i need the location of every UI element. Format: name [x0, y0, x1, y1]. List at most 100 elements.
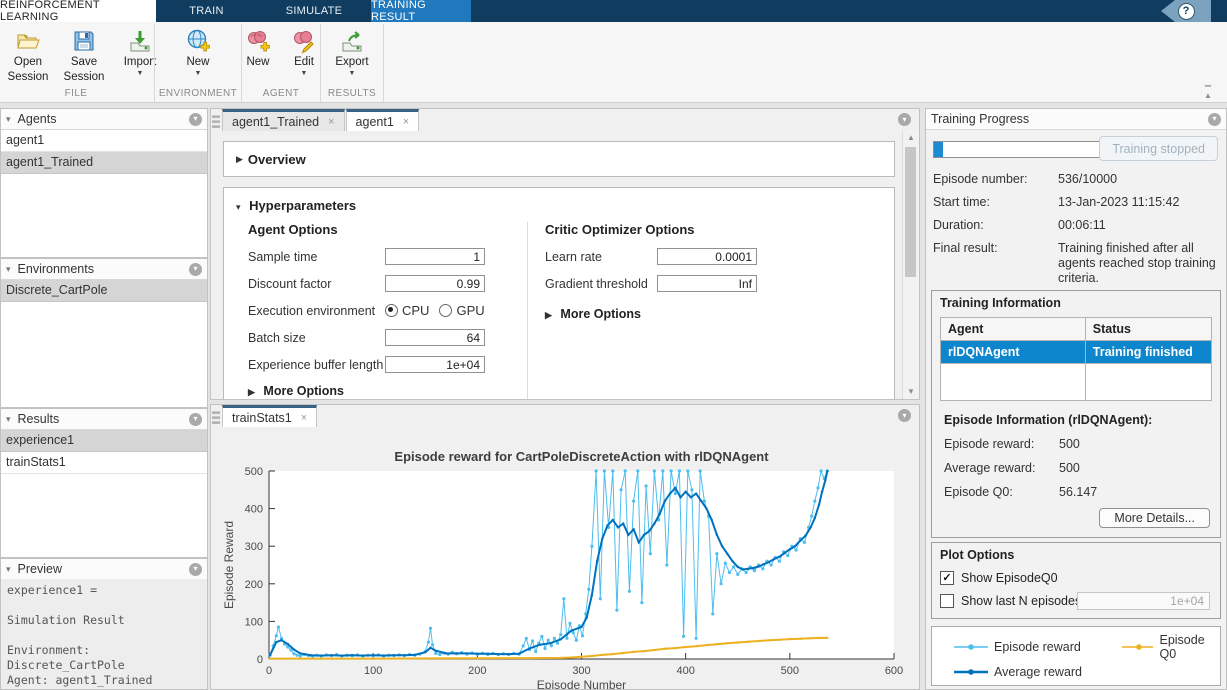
drag-grip-icon[interactable]: ▬▬▬ — [212, 113, 220, 129]
doc-tab-agent1-trained[interactable]: agent1_Trained × — [222, 109, 345, 131]
average-reward-row: Average reward: 500 — [944, 461, 1212, 475]
scroll-down-icon[interactable]: ▼ — [903, 385, 919, 399]
episode-number-value: 536/10000 — [1058, 172, 1223, 186]
results-panel: ▾ Results ▾ experience1 trainStats1 — [0, 408, 208, 558]
panel-collapse-icon[interactable]: ▾ — [189, 263, 202, 276]
last-n-episodes-field[interactable] — [1077, 592, 1210, 610]
gpu-radio[interactable]: GPU — [439, 303, 484, 318]
agents-panel-title: Agents — [18, 112, 189, 126]
close-tab-icon[interactable]: × — [301, 412, 307, 424]
critic-more-options[interactable]: ▶ More Options — [545, 307, 795, 321]
panel-collapse-icon[interactable]: ▾ — [898, 113, 911, 126]
gradient-threshold-label: Gradient threshold — [545, 277, 657, 291]
plot-options-box: Plot Options ✓ Show EpisodeQ0 Show last … — [931, 542, 1221, 619]
episode-q0-row: Episode Q0: 56.147 — [944, 485, 1212, 499]
legend-episode-reward[interactable]: Episode reward — [954, 633, 1122, 661]
list-item-discrete-cartpole[interactable]: Discrete_CartPole — [1, 280, 207, 302]
panel-collapse-icon[interactable]: ▾ — [189, 563, 202, 576]
training-plot: Episode reward for CartPoleDiscreteActio… — [211, 427, 919, 689]
legend-line-icon — [954, 642, 988, 652]
overview-section[interactable]: ▶ Overview — [223, 141, 895, 177]
sample-time-field[interactable] — [385, 248, 485, 265]
svg-text:600: 600 — [885, 665, 903, 677]
dropdown-caret-icon: ▼ — [137, 71, 144, 77]
save-session-button[interactable]: Save Session — [56, 26, 112, 86]
episode-reward-value: 500 — [1059, 437, 1080, 451]
agent1-document: ▶ Overview ▾ Hyperparameters Agent Optio… — [211, 131, 919, 399]
discount-factor-field[interactable] — [385, 275, 485, 292]
drag-grip-icon[interactable]: ▬▬▬ — [212, 409, 220, 425]
svg-text:300: 300 — [245, 541, 263, 553]
svg-text:200: 200 — [245, 579, 263, 591]
gradient-threshold-field[interactable] — [657, 275, 757, 292]
batch-size-field[interactable] — [385, 329, 485, 346]
collapse-triangle-icon[interactable]: ▾ — [6, 564, 11, 575]
column-divider — [527, 222, 528, 399]
export-button[interactable]: Export ▼ — [324, 26, 380, 86]
critic-options-title: Critic Optimizer Options — [545, 222, 795, 237]
list-item-experience1[interactable]: experience1 — [1, 430, 207, 452]
average-reward-value: 500 — [1059, 461, 1080, 475]
scrollbar-thumb[interactable] — [905, 147, 916, 277]
close-tab-icon[interactable]: × — [328, 116, 334, 128]
doc-tab-agent1[interactable]: agent1 × — [346, 109, 420, 131]
scroll-up-icon[interactable]: ▲ — [903, 131, 919, 145]
collapse-ribbon-icon[interactable]: ▔▲ — [1201, 88, 1215, 98]
agent-more-options[interactable]: ▶ More Options — [248, 384, 518, 398]
experience-buffer-length-field[interactable] — [385, 356, 485, 373]
svg-text:300: 300 — [572, 665, 590, 677]
cpu-radio[interactable]: CPU — [385, 303, 429, 318]
new-environment-button[interactable]: New ▼ — [170, 26, 226, 86]
edit-agent-icon — [291, 28, 317, 54]
legend-episode-q0[interactable]: Episode Q0 — [1122, 633, 1220, 661]
new-agent-button[interactable]: New — [235, 26, 281, 86]
collapse-triangle-icon[interactable]: ▾ — [236, 202, 241, 212]
collapse-triangle-icon[interactable]: ▾ — [6, 114, 11, 125]
final-result-value: Training finished after all agents reach… — [1058, 241, 1223, 286]
import-icon — [127, 28, 153, 54]
panel-collapse-icon[interactable]: ▾ — [189, 413, 202, 426]
table-row[interactable]: rlDQNAgent Training finished — [941, 341, 1212, 364]
panel-collapse-icon[interactable]: ▾ — [189, 113, 202, 126]
agent-document-panel: ▬▬▬ agent1_Trained × agent1 × ▾ ▶ Overvi… — [210, 108, 920, 400]
learn-rate-label: Learn rate — [545, 250, 657, 264]
open-session-button[interactable]: Open Session — [0, 26, 56, 86]
episode-reward-row: Episode reward: 500 — [944, 437, 1212, 451]
panel-collapse-icon[interactable]: ▾ — [898, 409, 911, 422]
legend-average-reward[interactable]: Average reward — [954, 665, 1122, 679]
tab-training-result[interactable]: TRAINING RESULT — [371, 0, 471, 22]
list-item-agent1[interactable]: agent1 — [1, 130, 207, 152]
close-tab-icon[interactable]: × — [403, 116, 409, 128]
save-icon — [71, 28, 97, 54]
list-item-trainstats1[interactable]: trainStats1 — [1, 452, 207, 474]
vertical-scrollbar[interactable]: ▲ ▼ — [902, 131, 919, 399]
collapse-triangle-icon[interactable]: ▾ — [6, 264, 11, 275]
tab-train[interactable]: TRAIN — [156, 0, 257, 22]
dropdown-caret-icon: ▼ — [349, 71, 356, 77]
environments-panel: ▾ Environments ▾ Discrete_CartPole — [0, 258, 208, 408]
collapse-triangle-icon[interactable]: ▾ — [6, 414, 11, 425]
start-time-row: Start time: 13-Jan-2023 11:15:42 — [933, 195, 990, 209]
svg-text:100: 100 — [364, 665, 382, 677]
panel-collapse-icon[interactable]: ▾ — [1208, 113, 1221, 126]
svg-text:400: 400 — [676, 665, 694, 677]
training-stopped-button[interactable]: Training stopped — [1099, 136, 1218, 161]
show-episodeq0-checkbox[interactable]: ✓ Show EpisodeQ0 — [940, 571, 1212, 585]
list-item-agent1-trained[interactable]: agent1_Trained — [1, 152, 207, 174]
tab-simulate[interactable]: SIMULATE — [257, 0, 371, 22]
doc-tab-trainstats1[interactable]: trainStats1 × — [222, 405, 317, 427]
tab-reinforcement-learning[interactable]: REINFORCEMENT LEARNING — [0, 0, 156, 22]
help-icon[interactable]: ? — [1178, 3, 1195, 20]
show-last-n-episodes-checkbox[interactable]: Show last N episodes — [940, 594, 1212, 608]
learn-rate-field[interactable] — [657, 248, 757, 265]
checkbox-checked-icon: ✓ — [940, 571, 954, 585]
expand-triangle-icon[interactable]: ▶ — [236, 154, 243, 165]
critic-options-column: Critic Optimizer Options Learn rate Grad… — [545, 222, 795, 321]
training-information-table[interactable]: Agent Status rlDQNAgent Training finishe… — [940, 317, 1212, 401]
more-details-button[interactable]: More Details... — [1099, 508, 1210, 528]
svg-text:500: 500 — [781, 665, 799, 677]
episode-reward-chart[interactable]: Episode reward for CartPoleDiscreteActio… — [211, 427, 919, 689]
duration-row: Duration: 00:06:11 — [933, 218, 984, 232]
hyperparameters-section: ▾ Hyperparameters Agent Options Sample t… — [223, 187, 895, 399]
chart-legend: Episode reward Episode Q0 Average reward — [931, 626, 1221, 686]
